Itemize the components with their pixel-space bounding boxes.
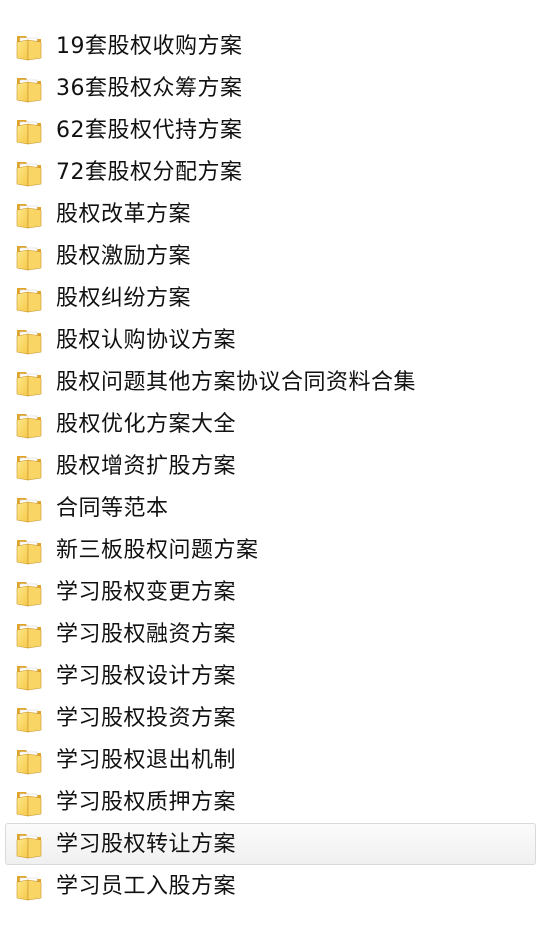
folder-name: 股权增资扩股方案 (56, 454, 237, 479)
folder-icon (14, 453, 44, 481)
folder-icon (14, 831, 44, 859)
folder-item[interactable]: 学习员工入股方案 (5, 865, 536, 907)
folder-item[interactable]: 股权激励方案 (5, 235, 536, 277)
folder-item[interactable]: 学习股权投资方案 (5, 697, 536, 739)
folder-name: 股权改革方案 (56, 202, 192, 227)
folder-icon (14, 579, 44, 607)
folder-icon (14, 789, 44, 817)
folder-name: 新三板股权问题方案 (56, 538, 259, 563)
folder-item[interactable]: 学习股权设计方案 (5, 655, 536, 697)
folder-list: 19套股权收购方案 36套股权众筹方案 62套股权代持方案 72套股权分配方案 股权改革… (0, 25, 536, 907)
folder-icon (14, 705, 44, 733)
folder-name: 股权优化方案大全 (56, 412, 237, 437)
folder-name: 学习股权变更方案 (56, 580, 237, 605)
folder-name: 学习股权质押方案 (56, 790, 237, 815)
folder-item[interactable]: 合同等范本 (5, 487, 536, 529)
folder-name: 学习股权融资方案 (56, 622, 237, 647)
folder-name: 股权认购协议方案 (56, 328, 237, 353)
folder-name: 股权问题其他方案协议合同资料合集 (56, 370, 417, 395)
folder-icon (14, 873, 44, 901)
folder-item[interactable]: 学习股权退出机制 (5, 739, 536, 781)
folder-item[interactable]: 学习股权转让方案 (5, 823, 536, 865)
folder-icon (14, 75, 44, 103)
folder-item[interactable]: 19套股权收购方案 (5, 25, 536, 67)
folder-item[interactable]: 学习股权质押方案 (5, 781, 536, 823)
folder-name: 学习股权转让方案 (56, 832, 237, 857)
folder-item[interactable]: 股权优化方案大全 (5, 403, 536, 445)
folder-item[interactable]: 股权纠纷方案 (5, 277, 536, 319)
folder-item[interactable]: 股权问题其他方案协议合同资料合集 (5, 361, 536, 403)
folder-name: 72套股权分配方案 (56, 160, 243, 185)
folder-icon (14, 495, 44, 523)
folder-icon (14, 117, 44, 145)
folder-icon (14, 327, 44, 355)
folder-icon (14, 663, 44, 691)
folder-icon (14, 243, 44, 271)
folder-name: 学习股权设计方案 (56, 664, 237, 689)
folder-name: 股权激励方案 (56, 244, 192, 269)
folder-name: 合同等范本 (56, 496, 169, 521)
folder-name: 学习员工入股方案 (56, 874, 237, 899)
folder-name: 19套股权收购方案 (56, 34, 243, 59)
folder-icon (14, 285, 44, 313)
folder-icon (14, 747, 44, 775)
folder-icon (14, 201, 44, 229)
folder-item[interactable]: 股权改革方案 (5, 193, 536, 235)
folder-icon (14, 411, 44, 439)
folder-item[interactable]: 股权增资扩股方案 (5, 445, 536, 487)
folder-name: 62套股权代持方案 (56, 118, 243, 143)
folder-item[interactable]: 36套股权众筹方案 (5, 67, 536, 109)
folder-item[interactable]: 学习股权变更方案 (5, 571, 536, 613)
folder-name: 股权纠纷方案 (56, 286, 192, 311)
folder-icon (14, 33, 44, 61)
folder-icon (14, 537, 44, 565)
folder-item[interactable]: 新三板股权问题方案 (5, 529, 536, 571)
folder-name: 36套股权众筹方案 (56, 76, 243, 101)
folder-icon (14, 621, 44, 649)
folder-item[interactable]: 股权认购协议方案 (5, 319, 536, 361)
folder-item[interactable]: 62套股权代持方案 (5, 109, 536, 151)
folder-name: 学习股权投资方案 (56, 706, 237, 731)
folder-name: 学习股权退出机制 (56, 748, 237, 773)
folder-item[interactable]: 72套股权分配方案 (5, 151, 536, 193)
folder-item[interactable]: 学习股权融资方案 (5, 613, 536, 655)
folder-icon (14, 369, 44, 397)
folder-icon (14, 159, 44, 187)
